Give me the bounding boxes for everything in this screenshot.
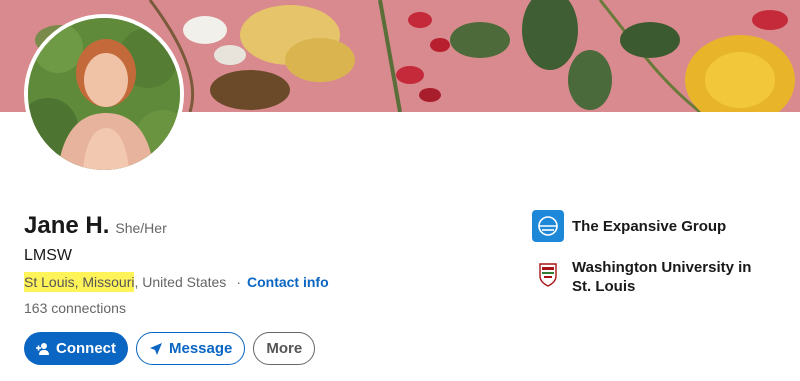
contact-info-link[interactable]: Contact info	[247, 274, 329, 290]
connections-label: connections	[51, 300, 126, 316]
org-expansive-group[interactable]: The Expansive Group	[532, 210, 772, 242]
connect-label: Connect	[56, 340, 116, 357]
location-city-highlight: St Louis, Missouri	[24, 272, 135, 292]
location-separator: ·	[236, 274, 241, 290]
profile-headline: LMSW	[24, 247, 72, 264]
org-name-washu: Washington University in St. Louis	[572, 259, 752, 295]
name-row: Jane H. She/Her	[24, 212, 167, 240]
location-row: St Louis, Missouri , United States · Con…	[24, 272, 329, 292]
org-washu[interactable]: Washington University in St. Louis	[532, 258, 772, 296]
profile-pronouns: She/Her	[115, 220, 167, 236]
location-country: , United States	[134, 274, 227, 290]
add-person-icon	[36, 342, 49, 355]
org-name-expansive: The Expansive Group	[572, 218, 727, 235]
message-button[interactable]: Message	[136, 332, 246, 365]
connections-number: 163	[24, 300, 48, 316]
send-icon	[150, 342, 162, 355]
washu-shield-logo	[532, 258, 564, 290]
message-label: Message	[169, 340, 233, 357]
more-label: More	[266, 340, 303, 357]
profile-actions: Connect Message More	[24, 332, 316, 365]
connect-button[interactable]: Connect	[24, 332, 128, 365]
more-button[interactable]: More	[253, 332, 316, 365]
expansive-group-logo	[532, 210, 564, 242]
profile-avatar[interactable]	[24, 14, 184, 174]
profile-name: Jane H.	[24, 212, 110, 239]
connections-count[interactable]: 163 connections	[24, 300, 126, 316]
